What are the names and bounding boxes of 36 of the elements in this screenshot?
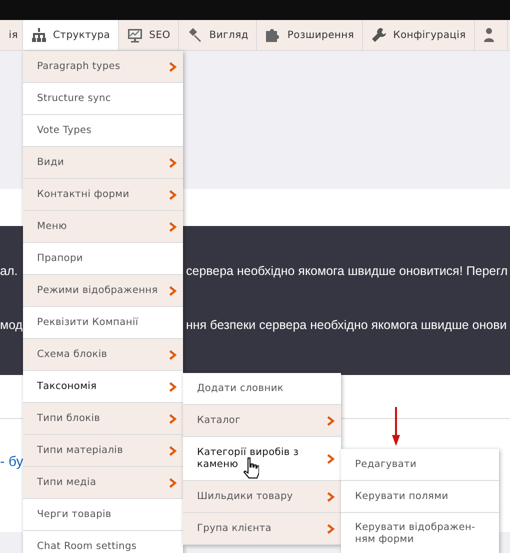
sitemap-icon	[31, 27, 47, 43]
menu-item[interactable]: Керувати полями	[341, 481, 499, 513]
menu-item[interactable]: Типи матеріалів	[23, 435, 183, 467]
menu-item[interactable]: Схема блоків	[23, 339, 183, 371]
message-text: мод	[0, 318, 23, 332]
menu-item[interactable]: Редагувати	[341, 449, 499, 481]
menu-item[interactable]: Реквізити Компанії	[23, 307, 183, 339]
message-text: ал.	[0, 264, 18, 278]
menu-item[interactable]: Типи медіа	[23, 467, 183, 499]
menu-item[interactable]: Таксономія	[23, 371, 183, 403]
menu-item[interactable]: Додати словник	[183, 373, 341, 405]
menu-item[interactable]: Vote Types	[23, 115, 183, 147]
menu-item[interactable]: Шильдики товару	[183, 481, 341, 513]
menu-item[interactable]: Види	[23, 147, 183, 179]
content-text: - бу	[0, 452, 24, 468]
menu-item[interactable]: Chat Room settings	[23, 531, 183, 553]
hand-cursor-icon	[243, 457, 259, 479]
menu-item[interactable]: Каталог	[183, 405, 341, 437]
message-text: ння безпеки сервера необхідно якомога швидше онови	[186, 318, 508, 332]
menu-item[interactable]: Paragraph types	[23, 51, 183, 83]
toolbar-tab[interactable]: Структура	[23, 20, 120, 50]
monitor-icon	[127, 27, 144, 43]
menu-item[interactable]: Прапори	[23, 243, 183, 275]
menu-item[interactable]: Типи блоків	[23, 403, 183, 435]
menu-item[interactable]: Черги товарів	[23, 499, 183, 531]
down-arrow	[391, 407, 401, 447]
menu-item[interactable]: Категорії виробів з каменю	[183, 437, 341, 481]
wrench-icon	[371, 27, 388, 43]
menu-item[interactable]: Меню	[23, 211, 183, 243]
menu-item[interactable]: Structure sync	[23, 83, 183, 115]
menu-item[interactable]: Контактні форми	[23, 179, 183, 211]
menu-item[interactable]: Група клієнта	[183, 513, 341, 545]
menu-item[interactable]: Режими відображення	[23, 275, 183, 307]
message-text: сервера необхідно якомога швидше оновитися! Перегл	[186, 264, 509, 278]
menu-item[interactable]: Керувати відображен-ням форми	[341, 513, 499, 553]
puzzle-icon	[265, 27, 282, 43]
